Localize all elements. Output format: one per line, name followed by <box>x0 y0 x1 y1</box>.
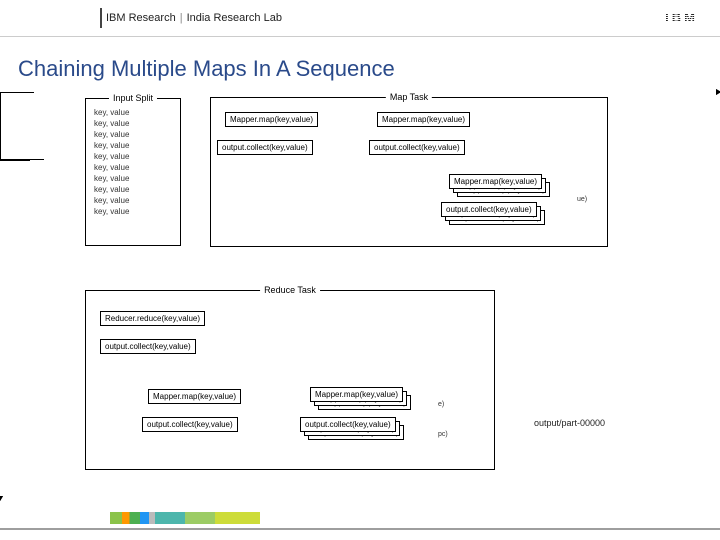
reduce-task-mapper1-collect: output.collect(key,value) <box>142 417 238 432</box>
slide-title: Chaining Multiple Maps In A Sequence <box>18 56 395 82</box>
header-divider <box>100 8 102 28</box>
reduce-task-reducer-collect: output.collect(key,value) <box>100 339 196 354</box>
input-split-box: Input Split key, valuekey, valuekey, val… <box>85 98 181 246</box>
footer-colorbar-icon <box>110 512 260 524</box>
reduce-task-edge-e: e) <box>438 401 444 408</box>
map-task-mapper1-map: Mapper.map(key,value) <box>225 112 318 127</box>
footer-rule <box>0 528 720 530</box>
map-task-mapper2-map: Mapper.map(key,value) <box>377 112 470 127</box>
header-underline <box>0 36 720 37</box>
header-bar: IBM Research | India Research Lab IBM <box>0 0 720 36</box>
header-lab: India Research Lab <box>187 12 282 24</box>
map-task-box: Map Task Mapper.map(key,value) output.co… <box>210 97 608 247</box>
reduce-task-edge-pc: pc) <box>438 431 448 438</box>
output-file-label: output/part-00000 <box>534 418 605 428</box>
map-task-stack-a-map: Mapper.map(key,value) <box>449 174 542 189</box>
header-org: IBM Research <box>106 12 176 24</box>
map-task-label: Map Task <box>386 92 432 102</box>
footer <box>0 510 720 540</box>
reduce-task-box: Reduce Task Reducer.reduce(key,value) ou… <box>85 290 495 470</box>
arrow-reduce-to-output <box>0 160 30 161</box>
map-task-mapper1-collect: output.collect(key,value) <box>217 140 313 155</box>
map-task-stack-a-collect: output.collect(key,value) <box>441 202 537 217</box>
header-separator: | <box>180 12 183 24</box>
reduce-task-stack-a-map: Mapper.map(key,value) <box>310 387 403 402</box>
map-task-stack-edge: ue) <box>577 196 587 203</box>
input-split-label: Input Split <box>109 93 157 103</box>
reduce-task-stack-a-collect: output.collect(key,value) <box>300 417 396 432</box>
input-split-rows: key, valuekey, valuekey, valuekey, value… <box>94 107 129 217</box>
reduce-task-reducer-reduce: Reducer.reduce(key,value) <box>100 311 205 326</box>
reduce-task-mapper1-map: Mapper.map(key,value) <box>148 389 241 404</box>
map-task-mapper2-collect: output.collect(key,value) <box>369 140 465 155</box>
ibm-logo: IBM <box>665 10 698 25</box>
reduce-task-label: Reduce Task <box>260 285 320 295</box>
diagram: Input Split key, valuekey, valuekey, val… <box>0 92 720 500</box>
